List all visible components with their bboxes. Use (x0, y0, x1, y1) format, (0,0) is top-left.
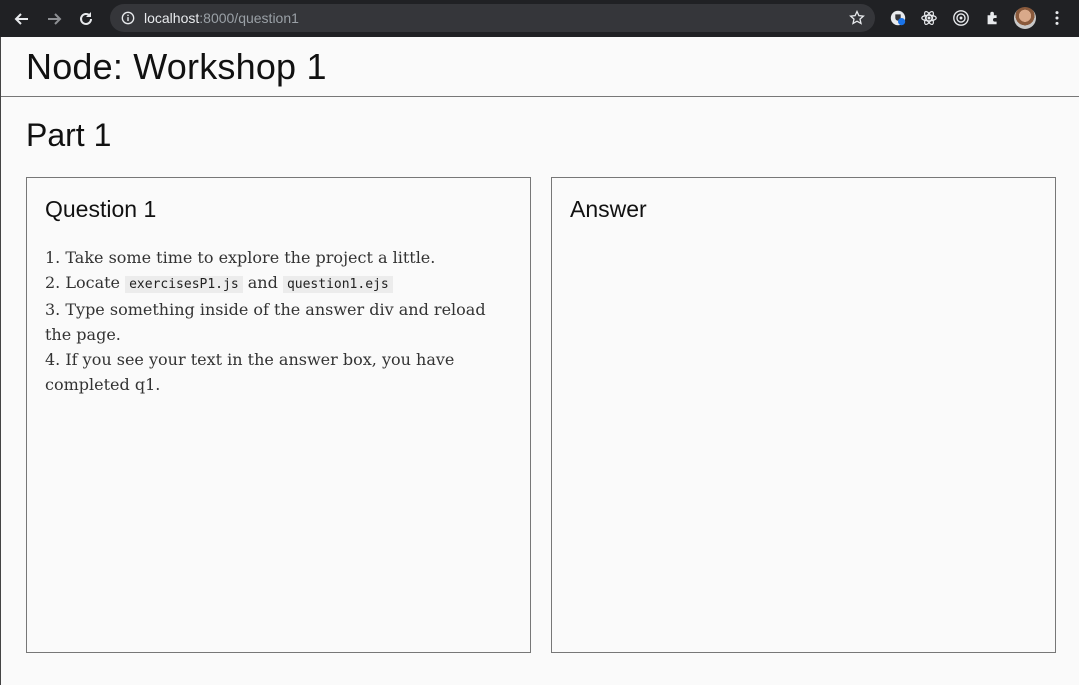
reload-icon (80, 11, 92, 25)
info-icon[interactable] (120, 10, 136, 26)
page-content: Node: Workshop 1 Part 1 Question 1 1. Ta… (0, 37, 1079, 685)
answer-card: Answer (551, 177, 1056, 653)
part-title: Part 1 (26, 117, 112, 153)
site-header: Node: Workshop 1 (1, 37, 1079, 97)
star-icon[interactable] (849, 10, 865, 26)
answer-title: Answer (570, 196, 647, 222)
kebab-menu-icon[interactable] (1045, 6, 1069, 30)
question-title: Question 1 (45, 196, 157, 222)
file-question: question1.ejs (282, 276, 393, 293)
arrow-right-icon (48, 12, 62, 25)
question-steps: 1. Take some time to explore the project… (45, 245, 512, 397)
step-2-prefix: 2. Locate (45, 273, 126, 292)
step-1: 1. Take some time to explore the project… (45, 248, 436, 267)
target-extension-icon[interactable] (949, 6, 973, 30)
extension-bitwarden-icon[interactable] (886, 6, 910, 30)
browser-toolbar: localhost:8000/question1 (0, 0, 1079, 37)
forward-button[interactable] (40, 5, 68, 33)
url-text[interactable]: localhost:8000/question1 (144, 10, 299, 26)
step-2-and: and (242, 273, 283, 292)
arrow-left-icon (14, 12, 28, 25)
step-2: 2. Locate exercisesP1.js and question1.e… (45, 270, 512, 297)
url-path: :8000/question1 (199, 10, 299, 26)
extensions-puzzle-icon[interactable] (981, 6, 1005, 30)
step-4: 4. If you see your text in the answer bo… (45, 350, 455, 394)
file-exercises: exercisesP1.js (125, 276, 243, 293)
question-card: Question 1 1. Take some time to explore … (26, 177, 531, 653)
react-devtools-icon[interactable] (917, 6, 941, 30)
address-bar[interactable]: localhost:8000/question1 (110, 4, 875, 32)
step-3: 3. Type something inside of the answer d… (45, 300, 486, 344)
profile-avatar[interactable] (1014, 7, 1036, 29)
back-button[interactable] (8, 5, 36, 33)
reload-button[interactable] (72, 5, 100, 33)
url-host: localhost (144, 10, 200, 26)
page-title: Node: Workshop 1 (26, 45, 327, 87)
